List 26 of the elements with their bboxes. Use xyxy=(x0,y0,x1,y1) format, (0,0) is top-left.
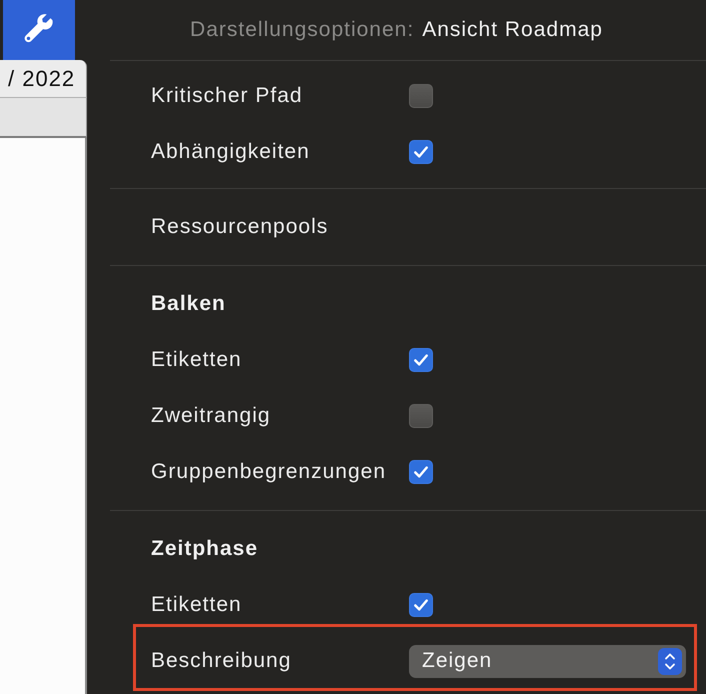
section-heading: Zeitphase xyxy=(151,537,258,561)
option-label: Abhängigkeiten xyxy=(151,140,311,164)
option-label: Beschreibung xyxy=(151,649,292,673)
select-dropdown[interactable]: Zeigen xyxy=(409,644,686,678)
option-label: Kritischer Pfad xyxy=(151,84,304,108)
panel-title-value: Ansicht Roadmap xyxy=(422,18,603,42)
checkbox[interactable] xyxy=(409,593,433,617)
checkmark-icon xyxy=(414,146,428,158)
checkbox[interactable] xyxy=(409,348,433,372)
checkbox[interactable] xyxy=(409,460,433,484)
inspector-button[interactable] xyxy=(3,0,75,60)
option-label: Ressourcenpools xyxy=(151,215,330,239)
option-label: Etiketten xyxy=(151,593,243,617)
checkmark-icon xyxy=(414,354,428,366)
option-label: Gruppenbegrenzungen xyxy=(151,460,388,484)
checkmark-icon xyxy=(414,466,428,478)
stepper-icon xyxy=(658,648,682,674)
checkmark-icon xyxy=(414,599,428,611)
panel-title-label: Darstellungsoptionen: xyxy=(190,18,414,42)
option-label: Zweitrangig xyxy=(151,404,272,428)
checkbox[interactable] xyxy=(409,84,433,108)
checkbox[interactable] xyxy=(409,404,433,428)
option-label: Etiketten xyxy=(151,348,243,372)
checkbox[interactable] xyxy=(409,140,433,164)
document-tab[interactable]: / 2022 xyxy=(0,60,87,97)
section-heading: Balken xyxy=(151,292,226,316)
